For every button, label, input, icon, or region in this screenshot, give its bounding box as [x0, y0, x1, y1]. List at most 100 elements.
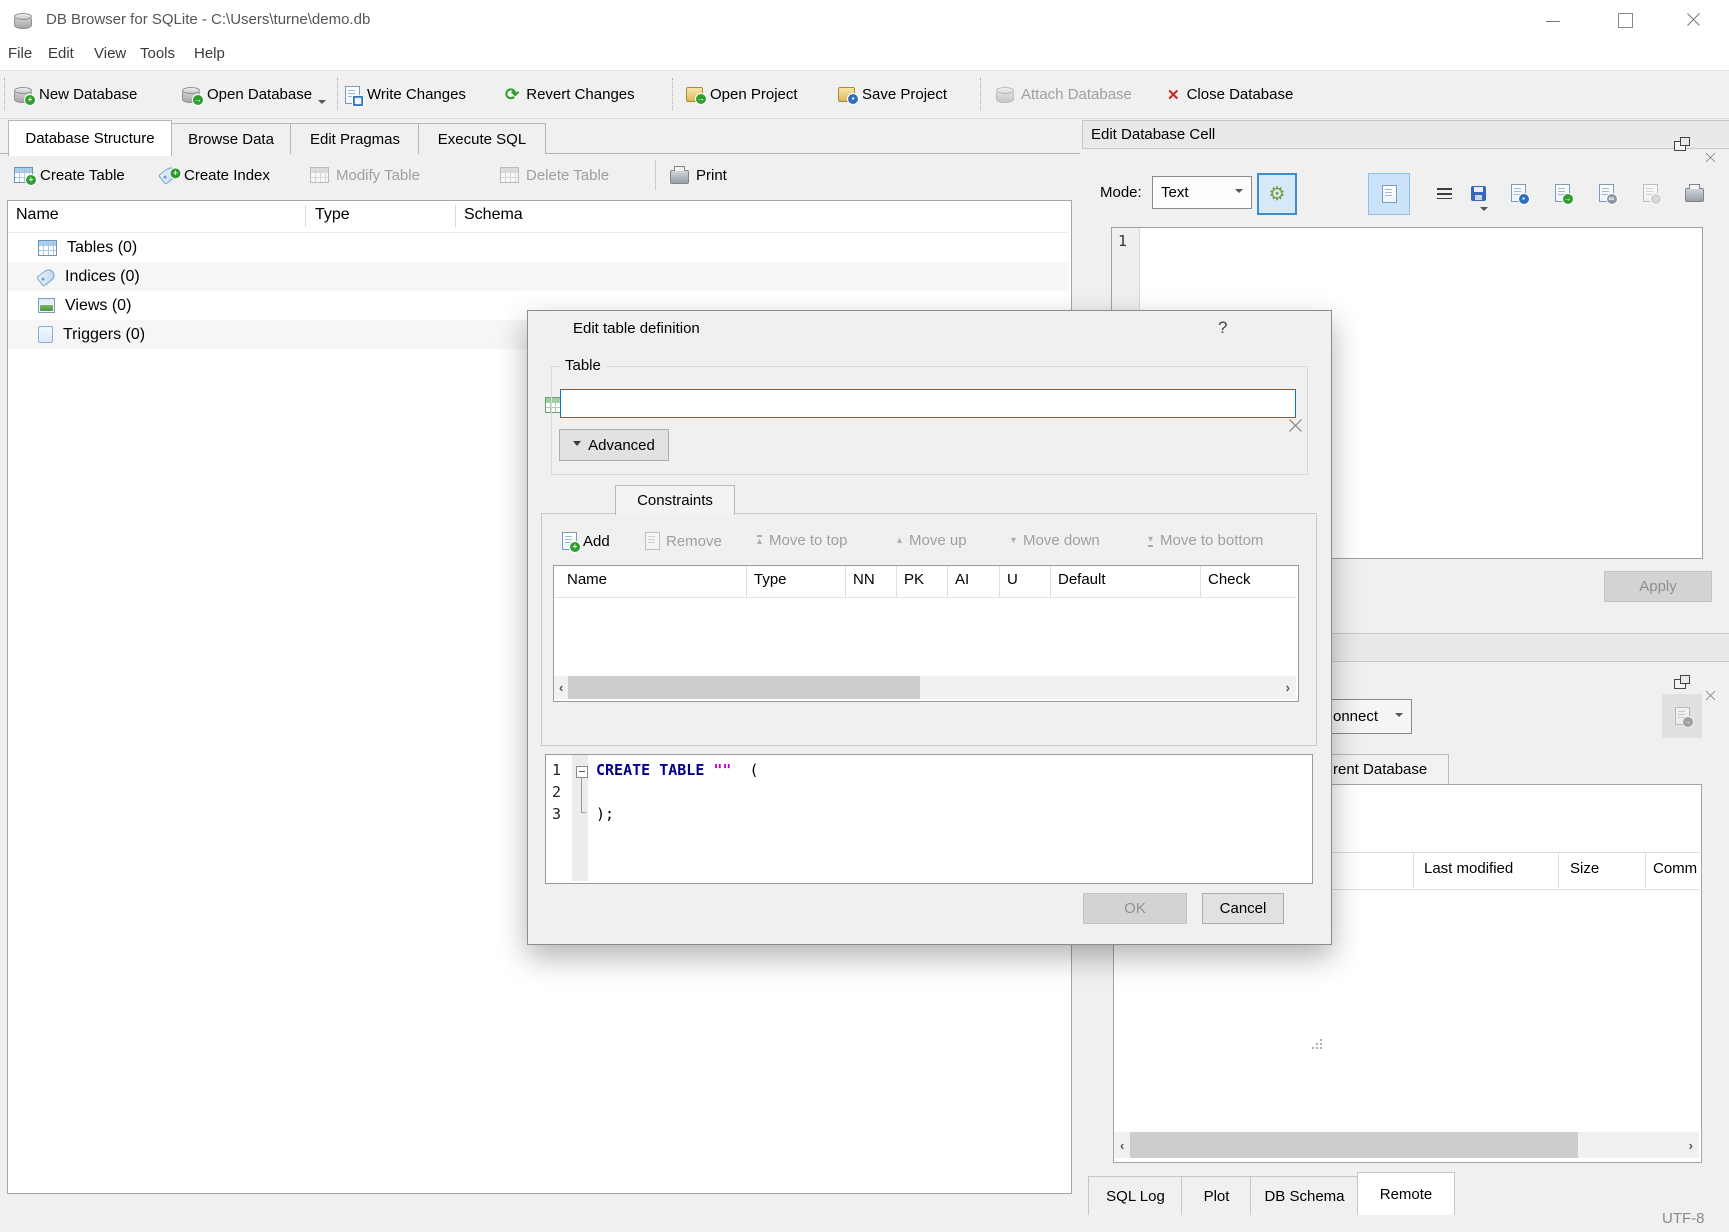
- import-data-button[interactable]: [1458, 173, 1498, 213]
- tab-remote[interactable]: Remote: [1357, 1172, 1455, 1215]
- create-table-icon: +: [14, 167, 33, 183]
- scroll-right-icon[interactable]: ›: [1286, 680, 1290, 695]
- tree-header-schema[interactable]: Schema: [464, 206, 523, 224]
- revert-changes-icon: [505, 85, 519, 105]
- write-changes-button[interactable]: ▦ Write Changes: [345, 71, 466, 118]
- column-size[interactable]: Size: [1570, 860, 1599, 877]
- field-column-divider: [947, 566, 948, 597]
- field-column-check[interactable]: Check: [1208, 571, 1251, 588]
- field-column-divider: [845, 566, 846, 597]
- sql-code-line-3: );: [596, 805, 614, 823]
- create-table-button[interactable]: + Create Table: [14, 154, 125, 196]
- create-index-button[interactable]: + Create Index: [160, 154, 270, 196]
- tab-edit-pragmas[interactable]: Edit Pragmas: [290, 123, 420, 154]
- menu-file[interactable]: File: [8, 45, 32, 62]
- field-column-divider: [1050, 566, 1051, 597]
- remote-horizontal-scrollbar[interactable]: ‹ ›: [1114, 1132, 1699, 1158]
- tab-constraints[interactable]: Constraints: [615, 485, 735, 515]
- open-database-button[interactable]: → Open Database: [182, 71, 312, 118]
- triangle-down-icon: [573, 441, 581, 450]
- mode-label: Mode:: [1100, 184, 1142, 201]
- tree-header-type[interactable]: Type: [315, 206, 350, 224]
- printer-icon: [1685, 188, 1704, 202]
- clone-database-button: →: [1662, 694, 1702, 738]
- print-button[interactable]: Print: [670, 154, 727, 196]
- tree-header-name[interactable]: Name: [16, 206, 59, 224]
- menu-edit[interactable]: Edit: [48, 45, 74, 62]
- table-name-input[interactable]: [560, 389, 1296, 418]
- field-column-ai[interactable]: AI: [955, 571, 969, 588]
- tab-database-structure[interactable]: Database Structure: [8, 120, 172, 156]
- tab-execute-sql[interactable]: Execute SQL: [418, 123, 546, 154]
- help-icon[interactable]: ?: [1218, 318, 1227, 338]
- word-wrap-icon: [1437, 188, 1452, 199]
- text-mode-button[interactable]: [1368, 173, 1410, 215]
- save-dropdown-icon[interactable]: [1480, 207, 1488, 215]
- mode-select[interactable]: Text: [1152, 176, 1252, 209]
- minimize-icon[interactable]: [1546, 21, 1560, 22]
- maximize-icon[interactable]: [1618, 13, 1633, 28]
- column-commit[interactable]: Comm: [1653, 860, 1697, 877]
- export-data-button[interactable]: ▪: [1498, 173, 1538, 213]
- scroll-right-icon[interactable]: ›: [1689, 1138, 1693, 1153]
- close-database-button[interactable]: Close Database: [1167, 71, 1293, 118]
- tab-browse-data[interactable]: Browse Data: [170, 123, 292, 154]
- create-index-icon: +: [158, 165, 179, 185]
- revert-changes-button[interactable]: Revert Changes: [505, 71, 635, 118]
- field-column-divider: [1200, 566, 1201, 597]
- scrollbar-thumb[interactable]: [568, 676, 920, 699]
- close-icon[interactable]: [1686, 12, 1701, 27]
- menu-help[interactable]: Help: [194, 45, 225, 62]
- code-fold-icon[interactable]: [576, 766, 588, 778]
- column-last-modified[interactable]: Last modified: [1424, 860, 1513, 877]
- float-panel-icon[interactable]: [1674, 679, 1686, 689]
- field-column-nn[interactable]: NN: [853, 571, 875, 588]
- sql-code-line-1: CREATE TABLE "" (: [596, 761, 759, 779]
- tab-sql-log[interactable]: SQL Log: [1088, 1176, 1183, 1215]
- tree-header-divider[interactable]: [455, 205, 456, 227]
- delete-table-button: Delete Table: [500, 154, 609, 196]
- close-panel-icon[interactable]: [1705, 152, 1716, 163]
- field-column-pk[interactable]: PK: [904, 571, 924, 588]
- field-header-border: [554, 597, 1296, 598]
- move-up-button: ▴ Move up: [897, 532, 967, 549]
- link-data-button[interactable]: ∞: [1586, 173, 1626, 213]
- fields-horizontal-scrollbar[interactable]: ‹ ›: [554, 676, 1296, 699]
- close-panel-icon[interactable]: [1705, 690, 1716, 701]
- open-in-app-button[interactable]: →: [1542, 173, 1582, 213]
- menu-tools[interactable]: Tools: [140, 45, 175, 62]
- field-column-type[interactable]: Type: [754, 571, 787, 588]
- scrollbar-thumb[interactable]: [1130, 1132, 1578, 1158]
- edit-cell-panel-title: Edit Database Cell: [1091, 126, 1215, 143]
- chevron-down-icon: [1235, 189, 1243, 197]
- auto-switch-mode-button[interactable]: [1257, 173, 1297, 215]
- menu-view[interactable]: View: [94, 45, 126, 62]
- view-icon: [38, 298, 55, 313]
- scroll-left-icon[interactable]: ‹: [559, 680, 563, 695]
- tab-db-schema[interactable]: DB Schema: [1250, 1176, 1359, 1215]
- column-divider: [1558, 853, 1559, 888]
- new-database-button[interactable]: + New Database: [14, 71, 137, 118]
- tab-plot[interactable]: Plot: [1181, 1176, 1252, 1215]
- field-column-name[interactable]: Name: [567, 571, 607, 588]
- dialog-resize-grip[interactable]: [1310, 1037, 1322, 1049]
- advanced-button[interactable]: Advanced: [559, 429, 669, 461]
- scroll-left-icon[interactable]: ‹: [1120, 1138, 1124, 1153]
- float-panel-icon[interactable]: [1674, 141, 1686, 151]
- sql-line-number: 2: [552, 783, 561, 801]
- open-database-dropdown-icon[interactable]: [318, 100, 326, 108]
- print-cell-button[interactable]: [1674, 173, 1714, 213]
- tree-row-indices[interactable]: Indices (0): [8, 262, 1069, 291]
- open-project-button[interactable]: → Open Project: [686, 71, 798, 118]
- add-field-button[interactable]: + Add: [562, 532, 610, 550]
- cancel-button[interactable]: Cancel: [1202, 893, 1284, 924]
- move-to-bottom-icon: ▾: [1148, 535, 1153, 547]
- attach-database-button: Attach Database: [996, 71, 1132, 118]
- tree-header-divider[interactable]: [305, 205, 306, 227]
- tree-row-tables[interactable]: Tables (0): [8, 233, 1069, 262]
- save-project-button[interactable]: ▪ Save Project: [838, 71, 947, 118]
- write-changes-icon: ▦: [345, 86, 360, 104]
- field-column-default[interactable]: Default: [1058, 571, 1106, 588]
- null-cell-button: ○: [1630, 173, 1670, 213]
- field-column-u[interactable]: U: [1007, 571, 1018, 588]
